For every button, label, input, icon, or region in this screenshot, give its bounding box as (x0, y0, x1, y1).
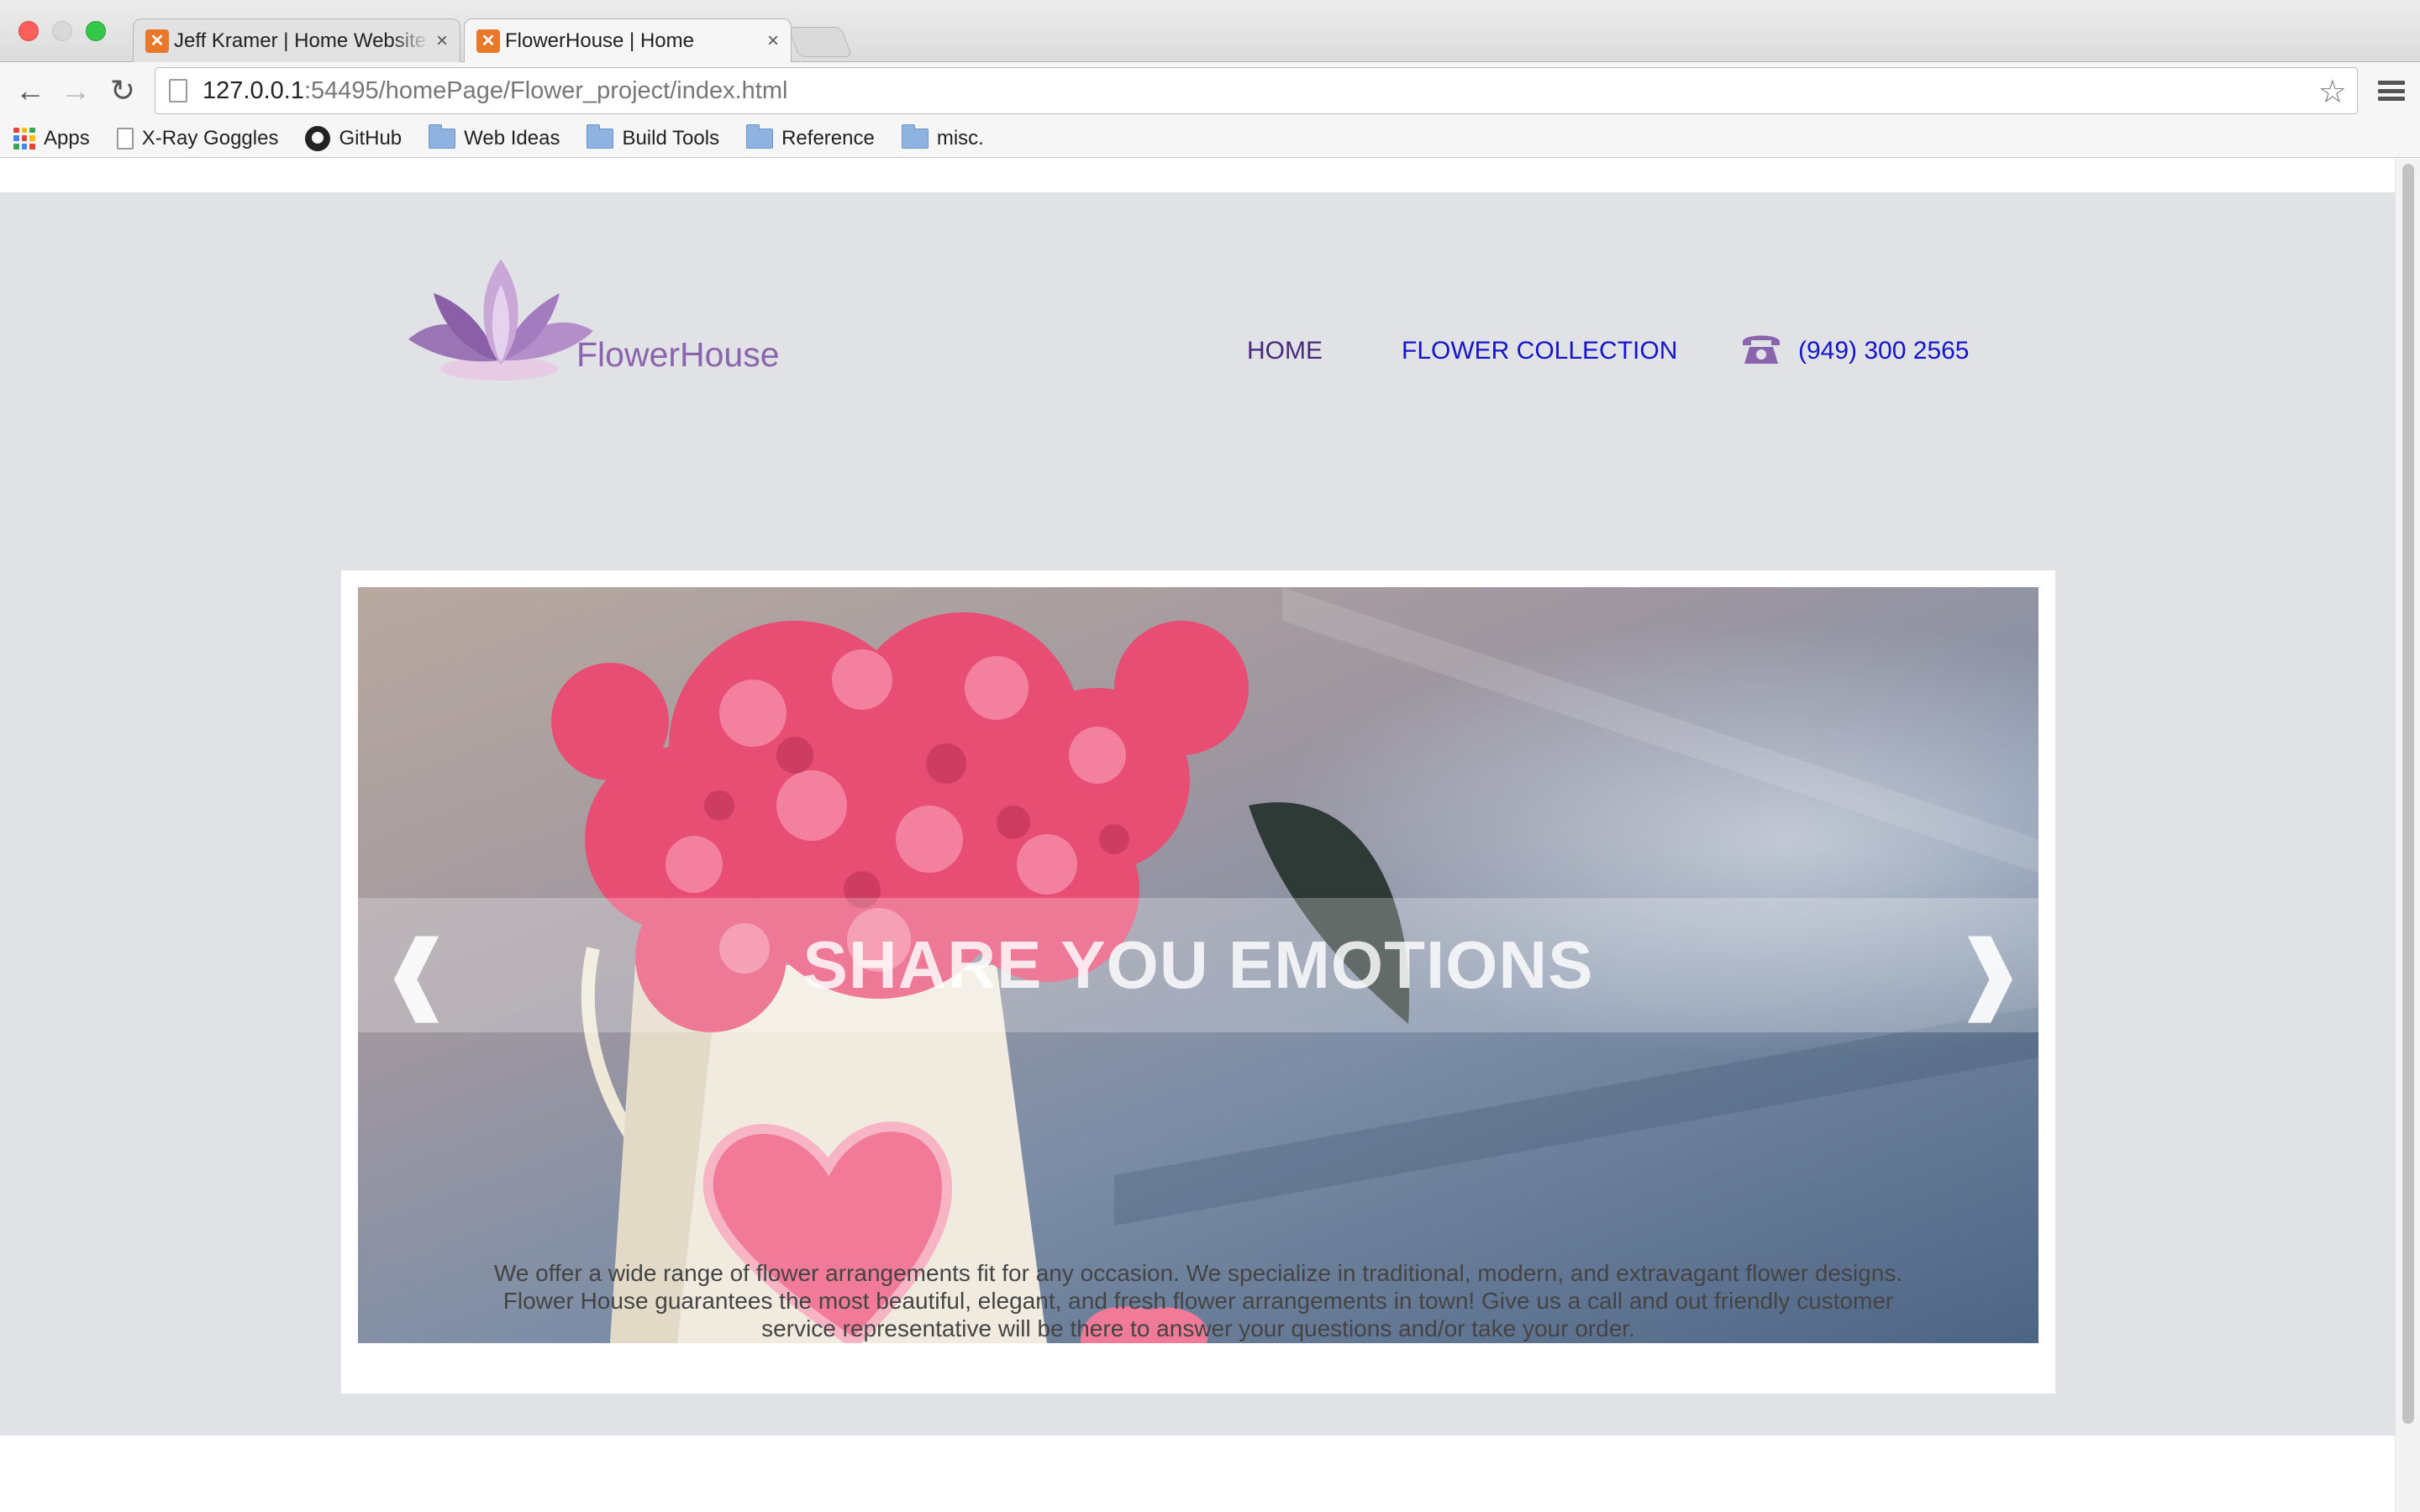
folder-icon (901, 123, 929, 149)
hero-caption: SHARE YOU EMOTIONS (802, 927, 1594, 1002)
new-tab-button[interactable] (787, 27, 853, 57)
url-text[interactable]: 127.0.0.1:54495/homePage/Flower_project/… (203, 77, 787, 105)
xampp-favicon-icon: ✕ (476, 29, 500, 53)
bookmark-build-tools[interactable]: Build Tools (587, 123, 719, 150)
close-tab-icon[interactable]: × (767, 29, 779, 53)
tab-jeff-kramer[interactable]: ✕ Jeff Kramer | Home Website × (133, 18, 460, 62)
scrollbar-thumb[interactable] (2402, 164, 2414, 1424)
browser-toolbar: ← → ↻ 127.0.0.1:54495/homePage/Flower_pr… (0, 62, 2420, 119)
zoom-window-button[interactable] (86, 21, 106, 41)
apps-grid-icon (13, 127, 35, 150)
slider-next-arrow-icon[interactable]: ❱ (1954, 923, 2025, 1021)
file-icon (116, 127, 134, 150)
reload-icon[interactable]: ↻ (104, 72, 141, 109)
bookmarks-bar: Apps X-Ray Goggles GitHub Web Ideas Buil… (0, 119, 2420, 158)
tab-title: Jeff Kramer | Home Website (174, 29, 427, 52)
bookmark-xray-goggles[interactable]: X-Ray Goggles (116, 127, 278, 150)
site-header-and-body: FlowerHouse HOME FLOWER COLLECTION (949)… (0, 192, 2395, 1436)
page-viewport: FlowerHouse HOME FLOWER COLLECTION (949)… (0, 159, 2420, 1512)
bookmark-web-ideas[interactable]: Web Ideas (429, 123, 560, 150)
bookmark-apps[interactable]: Apps (13, 127, 90, 150)
logo-text[interactable]: FlowerHouse (576, 335, 780, 375)
back-arrow-icon[interactable]: ← (12, 72, 49, 109)
nav-phone-link[interactable]: (949) 300 2565 (1798, 337, 1970, 365)
tab-title: FlowerHouse | Home (505, 29, 694, 52)
close-window-button[interactable] (18, 21, 39, 41)
xampp-favicon-icon: ✕ (145, 29, 169, 53)
bookmark-github[interactable]: GitHub (305, 125, 402, 151)
bookmark-star-icon[interactable]: ☆ (2318, 73, 2347, 111)
folder-icon (746, 123, 774, 149)
minimize-window-button[interactable] (52, 21, 72, 41)
tab-flowerhouse[interactable]: ✕ FlowerHouse | Home × (464, 18, 792, 62)
browser-tab-bar: ✕ Jeff Kramer | Home Website × ✕ FlowerH… (0, 0, 2420, 62)
forward-arrow-icon[interactable]: → (57, 72, 94, 109)
folder-icon (429, 123, 456, 149)
folder-icon (587, 123, 614, 149)
intro-paragraph: We offer a wide range of flower arrangem… (493, 1260, 1903, 1341)
nav-home-link[interactable]: HOME (1247, 337, 1323, 365)
github-icon (305, 125, 331, 151)
close-tab-icon[interactable]: × (436, 29, 448, 53)
slider-prev-arrow-icon[interactable]: ❰ (381, 923, 452, 1021)
hero-slide: SHARE YOU EMOTIONS ❰ ❱ (358, 587, 2039, 1343)
nav-flower-collection-link[interactable]: FLOWER COLLECTION (1402, 337, 1677, 365)
telephone-icon (1743, 335, 1780, 364)
address-bar[interactable]: 127.0.0.1:54495/homePage/Flower_project/… (155, 67, 2358, 114)
vertical-scrollbar[interactable] (2395, 159, 2420, 1512)
bookmark-reference[interactable]: Reference (746, 123, 875, 150)
bookmark-misc[interactable]: misc. (901, 123, 984, 150)
hamburger-menu-icon[interactable] (2376, 74, 2407, 108)
page-icon (169, 79, 187, 102)
